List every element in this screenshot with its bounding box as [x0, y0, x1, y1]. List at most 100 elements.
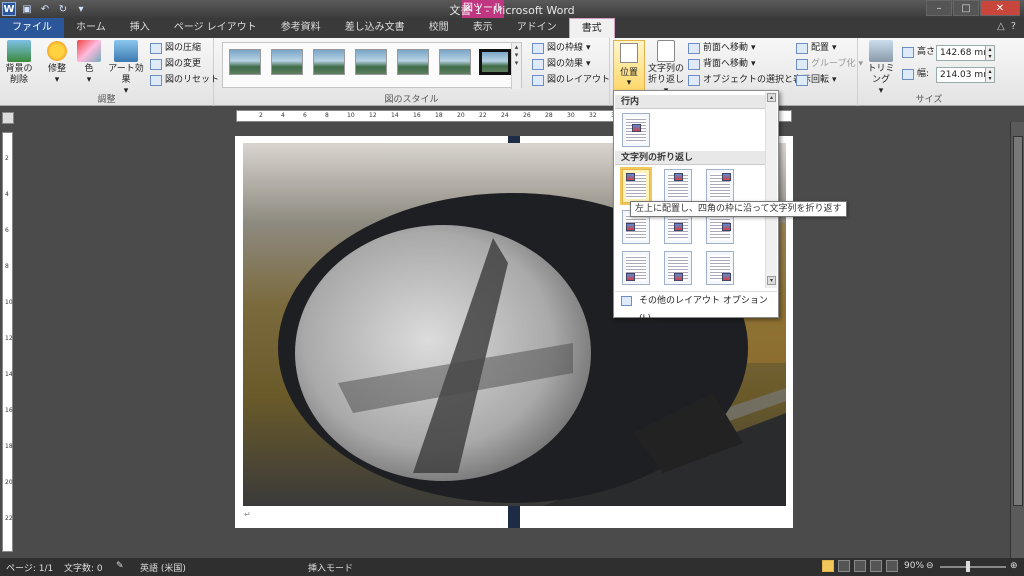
style-thumbnail[interactable] — [355, 49, 387, 75]
picture-layout-icon — [532, 75, 544, 86]
position-inline[interactable] — [622, 113, 650, 147]
ruler-tick: 10 — [5, 299, 13, 306]
color-button[interactable]: 色 ▾ — [72, 40, 106, 86]
status-bar: ページ: 1/1 文字数: 0 ✎ 英語 (米国) 挿入モード 90% ⊖ ⊕ — [0, 558, 1024, 576]
position-bottom-left[interactable] — [622, 251, 650, 285]
group-icon — [796, 59, 808, 70]
vertical-ruler[interactable]: 2 4 6 8 10 12 14 16 18 20 22 — [2, 132, 13, 552]
insert-mode[interactable]: 挿入モード — [308, 561, 353, 574]
more-layout-options[interactable]: その他のレイアウト オプション(L)... — [615, 291, 777, 324]
maximize-button[interactable]: □ — [953, 0, 979, 16]
picture-effects-button[interactable]: 図の効果 ▾ — [532, 57, 591, 72]
selection-pane-button[interactable]: オブジェクトの選択と表示 — [688, 73, 811, 88]
artistic-effects-button[interactable]: アート効果 ▾ — [106, 40, 146, 97]
zoom-in-icon[interactable]: ⊕ — [1010, 561, 1018, 571]
language-status[interactable]: 英語 (米国) — [140, 561, 186, 574]
picture-icon — [674, 173, 683, 181]
corrections-sun-icon — [45, 40, 69, 62]
picture-layout-button[interactable]: 図のレイアウト ▾ — [532, 73, 618, 88]
wrap-section-header: 文字列の折り返し — [615, 151, 765, 165]
adjust-group-label: 調整 — [97, 95, 116, 105]
style-thumbnail[interactable] — [271, 49, 303, 75]
position-button[interactable]: 位置 ▾ — [613, 40, 645, 92]
picture-effects-icon — [532, 59, 544, 70]
minimize-button[interactable]: – — [926, 0, 952, 16]
tab-format[interactable]: 書式 — [568, 18, 615, 38]
draft-icon[interactable] — [886, 560, 898, 572]
group-button[interactable]: グループ化 ▾ — [796, 57, 863, 72]
corrections-button[interactable]: 修整 ▾ — [40, 40, 74, 86]
ruler-tick: 16 — [5, 407, 13, 414]
ruler-tick: 16 — [413, 112, 421, 119]
ribbon-collapse-icon[interactable]: △ — [997, 21, 1005, 32]
word-count[interactable]: 文字数: 0 — [64, 561, 103, 574]
scroll-up-icon[interactable]: ▴ — [767, 93, 776, 102]
tab-file[interactable]: ファイル — [0, 18, 64, 38]
align-button[interactable]: 配置 ▾ — [796, 41, 837, 56]
proofing-icon[interactable]: ✎ — [116, 561, 124, 571]
send-backward-button[interactable]: 背面へ移動 ▾ — [688, 57, 756, 72]
position-bottom-right[interactable] — [706, 251, 734, 285]
position-bottom-center[interactable] — [664, 251, 692, 285]
ruler-tick: 18 — [435, 112, 443, 119]
style-thumbnail[interactable] — [439, 49, 471, 75]
position-icon — [620, 43, 638, 63]
position-top-left[interactable] — [620, 167, 652, 205]
change-picture-button[interactable]: 図の変更 — [150, 57, 201, 72]
full-screen-icon[interactable] — [838, 560, 850, 572]
picture-styles-gallery[interactable]: ▴ ▾ ▾ — [222, 42, 522, 89]
style-thumbnail[interactable] — [229, 49, 261, 75]
ruler-tick: 8 — [5, 263, 9, 270]
ruler-tick: 22 — [479, 112, 487, 119]
help-icon[interactable]: ? — [1011, 21, 1016, 32]
size-group: トリミング ▾ 高さ: 142.68 mı ▴ ▾ 幅: 214.03 mı ▴ ▾ … — [858, 38, 1000, 106]
window-title: 文書 1 - Microsoft Word — [449, 4, 575, 17]
picture-border-icon — [532, 43, 544, 54]
scroll-down-icon[interactable]: ▾ — [767, 276, 776, 285]
tab-insert[interactable]: 挿入 — [118, 18, 162, 38]
picture-border-button[interactable]: 図の枠線 ▾ — [532, 41, 591, 56]
page-count[interactable]: ページ: 1/1 — [6, 561, 53, 574]
bring-forward-button[interactable]: 前面へ移動 ▾ — [688, 41, 756, 56]
dropdown-scrollbar[interactable]: ▴ ▾ — [765, 92, 777, 288]
close-button[interactable]: ✕ — [980, 0, 1020, 16]
position-top-right[interactable] — [706, 169, 734, 203]
reset-picture-icon — [150, 75, 162, 86]
outline-icon[interactable] — [870, 560, 882, 572]
ruler-tick: 6 — [5, 227, 9, 234]
tab-view[interactable]: 表示 — [461, 18, 505, 38]
bring-forward-icon — [688, 43, 700, 54]
remove-background-button[interactable]: 背景の削除 — [2, 40, 36, 86]
ruler-tick: 4 — [5, 191, 9, 198]
wrap-text-button[interactable]: 文字列の折り返し ▾ — [646, 40, 686, 97]
zoom-level[interactable]: 90% — [904, 561, 924, 571]
zoom-slider[interactable] — [940, 566, 1006, 568]
ruler-tick: 28 — [545, 112, 553, 119]
zoom-out-icon[interactable]: ⊖ — [926, 561, 934, 571]
tab-page-layout[interactable]: ページ レイアウト — [162, 18, 269, 38]
compress-pictures-button[interactable]: 図の圧縮 — [150, 41, 201, 56]
style-thumbnail[interactable] — [397, 49, 429, 75]
print-layout-icon[interactable] — [822, 560, 834, 572]
tab-references[interactable]: 参考資料 — [269, 18, 333, 38]
scrollbar-thumb[interactable] — [1013, 136, 1023, 506]
rotate-button[interactable]: 回転 ▾ — [796, 73, 837, 88]
style-thumbnail[interactable] — [479, 49, 511, 75]
tab-home[interactable]: ホーム — [64, 18, 118, 38]
vertical-scrollbar[interactable] — [1010, 122, 1024, 558]
crop-button[interactable]: トリミング ▾ — [864, 40, 898, 97]
picture-anchor-top — [508, 136, 520, 143]
tab-selector[interactable] — [2, 112, 14, 124]
tab-review[interactable]: 校閲 — [417, 18, 461, 38]
tab-addins[interactable]: アドイン — [505, 18, 569, 38]
height-spinner[interactable]: ▴ ▾ — [985, 45, 995, 61]
ruler-tick: 8 — [325, 112, 329, 119]
crop-icon — [869, 40, 893, 62]
web-layout-icon[interactable] — [854, 560, 866, 572]
tab-mailings[interactable]: 差し込み文書 — [333, 18, 417, 38]
zoom-slider-knob[interactable] — [966, 561, 970, 572]
width-spinner[interactable]: ▴ ▾ — [985, 67, 995, 83]
style-thumbnail[interactable] — [313, 49, 345, 75]
position-top-center[interactable] — [664, 169, 692, 203]
gallery-scroll[interactable]: ▴ ▾ ▾ — [511, 43, 521, 89]
